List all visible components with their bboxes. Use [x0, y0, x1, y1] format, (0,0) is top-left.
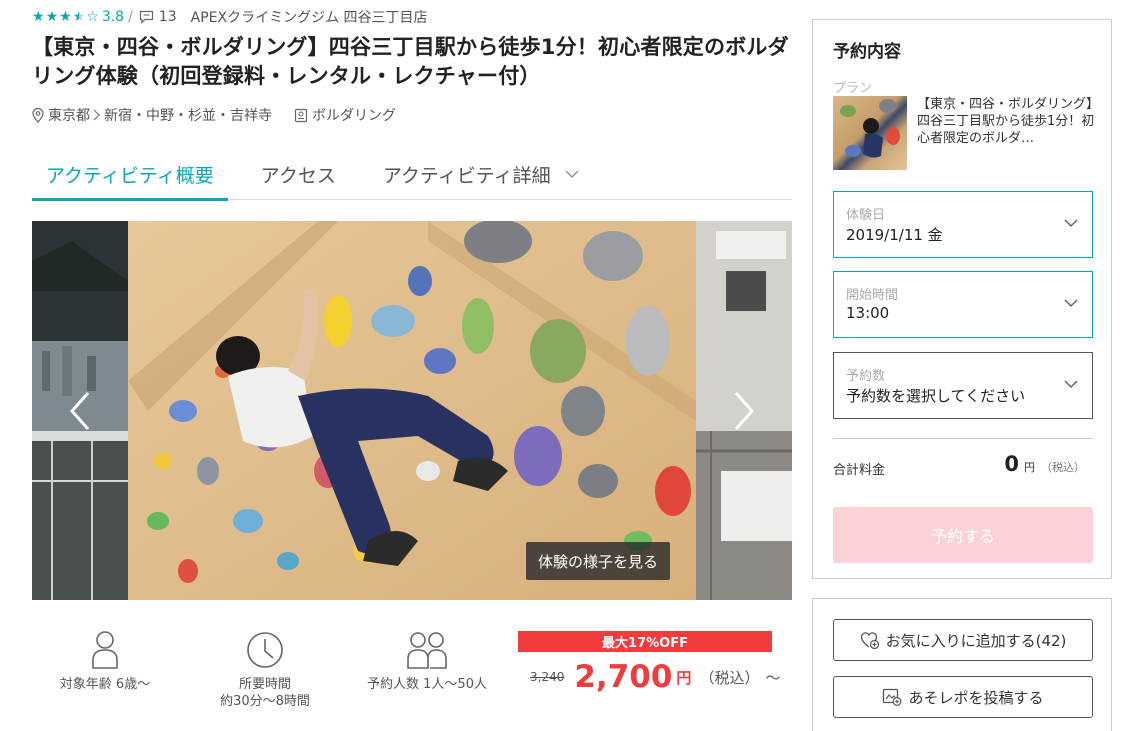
star-half-icon: ★ — [72, 9, 86, 25]
people-icon — [407, 632, 447, 669]
breadcrumb: 東京都 新宿・中野・杉並・吉祥寺 ボルダリング — [32, 104, 396, 126]
chevron-right-icon — [93, 109, 100, 121]
start-time-label: 開始時間 — [846, 288, 899, 303]
date-value: 2019/1/11 金 — [846, 226, 943, 244]
plan-thumbnail-image — [840, 99, 900, 158]
comment-icon — [139, 10, 153, 24]
heart-plus-icon — [860, 632, 879, 649]
price-row: 3,240 2,700 円 （税込） 〜 — [530, 657, 780, 697]
view-experience-button[interactable]: 体験の様子を見る — [526, 542, 671, 580]
post-report-label: あそレポを投稿する — [908, 688, 1044, 707]
target-age-info: 対象年齢 6歳〜 — [40, 630, 170, 693]
price-tax-note: （税込） — [699, 668, 760, 687]
category-icon — [294, 108, 308, 122]
chevron-down-icon — [565, 170, 579, 178]
quantity-placeholder: 予約数を選択してください — [846, 387, 1026, 405]
current-price: 2,700 — [574, 659, 673, 695]
rating-separator: / — [128, 9, 133, 25]
category-link[interactable]: ボルダリング — [312, 105, 396, 125]
duration-value: 約30分〜8時間 — [220, 694, 310, 709]
shop-name-link[interactable]: APEXクライミングジム 四谷三丁目店 — [191, 7, 428, 27]
photo-gallery: 体験の様子を見る — [32, 221, 792, 600]
total-currency: 円 — [1024, 461, 1035, 474]
tab-label: アクセス — [260, 164, 336, 187]
tab-details[interactable]: アクティビティ詳細 — [369, 148, 593, 200]
participants-info: 予約人数 1人〜50人 — [357, 630, 497, 693]
chevron-down-icon — [1064, 219, 1078, 227]
divider — [833, 438, 1093, 439]
post-report-button[interactable]: あそレポを投稿する — [833, 676, 1093, 718]
rating-stars: ★ ★ ★ ★ ☆ — [32, 10, 100, 24]
add-favorite-button[interactable]: お気に入りに追加する(42) — [833, 619, 1093, 661]
original-price: 3,240 — [530, 670, 565, 684]
tab-label: アクティビティ詳細 — [382, 164, 551, 187]
quantity-label: 予約数 — [846, 369, 886, 384]
clock-icon — [247, 632, 283, 668]
plan-name[interactable]: 【東京・四谷・ボルダリング】四谷三丁目駅から徒歩1分！初心者限定のボルダ… — [917, 96, 1097, 147]
total-tax-note: （税込） — [1041, 461, 1085, 474]
date-select[interactable]: 体験日 2019/1/11 金 — [833, 191, 1093, 258]
gallery-prev-arrow-icon[interactable] — [66, 389, 96, 433]
plan-label: プラン — [833, 81, 873, 96]
total-label: 合計料金 — [833, 463, 886, 478]
location-pin-icon — [32, 107, 44, 123]
star-full-icon: ★ — [45, 9, 59, 25]
booking-title: 予約内容 — [833, 42, 901, 62]
photo-post-icon — [883, 688, 902, 706]
tab-label: アクティビティ概要 — [46, 164, 214, 187]
add-favorite-label: お気に入りに追加する(42) — [885, 631, 1067, 650]
start-time-value: 13:00 — [846, 304, 890, 322]
page-title: 【東京・四谷・ボルダリング】四谷三丁目駅から徒歩1分！初心者限定のボルダリング体… — [32, 35, 789, 88]
total-amount: 0 — [1004, 452, 1019, 476]
star-full-icon: ★ — [59, 9, 72, 25]
chevron-down-icon — [1064, 380, 1078, 388]
review-count[interactable]: 13 — [159, 9, 177, 25]
date-label: 体験日 — [846, 208, 886, 223]
rating-value: 3.8 — [101, 9, 125, 25]
participants-text: 予約人数 1人〜50人 — [367, 677, 487, 692]
tab-overview[interactable]: アクティビティ概要 — [32, 148, 228, 201]
star-full-icon: ★ — [32, 9, 45, 25]
star-empty-icon: ☆ — [86, 9, 99, 25]
chevron-down-icon — [1064, 299, 1078, 307]
activity-meta: ★ ★ ★ ★ ☆ 3.8 / 13 APEXクライミングジム 四谷三丁目店 — [32, 6, 428, 28]
price-currency: 円 — [676, 668, 692, 687]
reserve-button[interactable]: 予約する — [833, 507, 1093, 563]
person-icon — [92, 631, 118, 669]
price-suffix: 〜 — [765, 668, 781, 687]
area-link[interactable]: 新宿・中野・杉並・吉祥寺 — [104, 105, 272, 125]
start-time-select[interactable]: 開始時間 13:00 — [833, 271, 1093, 338]
tab-bar: アクティビティ概要 アクセス アクティビティ詳細 — [32, 148, 792, 201]
quantity-select[interactable]: 予約数 予約数を選択してください — [833, 352, 1093, 419]
duration-label: 所要時間 — [238, 677, 291, 692]
actions-panel: お気に入りに追加する(42) あそレポを投稿する — [812, 598, 1112, 731]
gallery-next-arrow-icon[interactable] — [728, 389, 758, 433]
discount-badge: 最大17%OFF — [518, 631, 772, 652]
duration-info: 所要時間 約30分〜8時間 — [200, 630, 330, 710]
total-price: 0 円 （税込） — [1004, 452, 1085, 476]
target-age-text: 対象年齢 6歳〜 — [59, 677, 151, 692]
region-link[interactable]: 東京都 — [48, 105, 90, 125]
tab-access[interactable]: アクセス — [247, 148, 350, 200]
plan-thumbnail — [833, 96, 907, 170]
booking-panel: 予約内容 プラン 【東京・四谷・ボルダリング】四谷三丁目駅から徒歩1分！初心者限… — [812, 19, 1112, 579]
